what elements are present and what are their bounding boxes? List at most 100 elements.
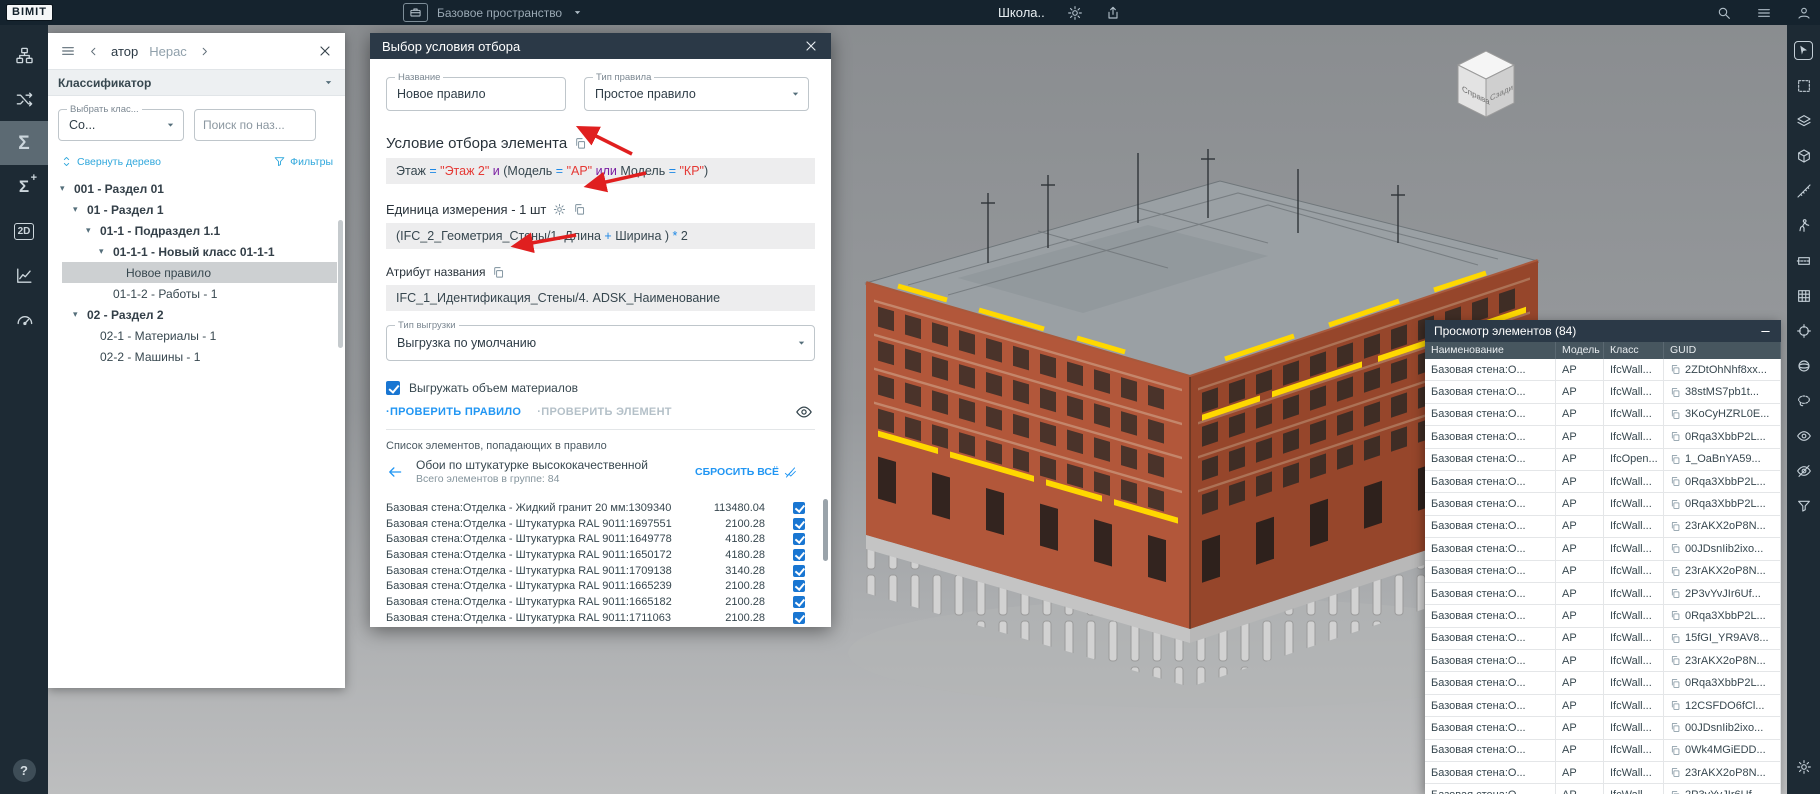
elements-table-row[interactable]: Базовая стена:О...АРIfcWall...15fGI_YR9A… — [1425, 628, 1781, 650]
structure-tree-icon[interactable] — [0, 33, 48, 77]
copy-icon[interactable] — [573, 203, 586, 216]
elements-table-row[interactable]: Базовая стена:О...АРIfcWall...12CSFDO6fC… — [1425, 695, 1781, 717]
orbit-sphere-icon[interactable] — [1787, 348, 1820, 383]
copy-icon[interactable] — [1670, 610, 1681, 621]
tree-item[interactable]: ▾01-1 - Подраздел 1.1 — [48, 220, 345, 241]
class-select[interactable]: Выбрать клас... Со... — [58, 109, 184, 141]
elements-table-row[interactable]: Базовая стена:О...АРIfcWall...2ZDtOhNhf8… — [1425, 359, 1781, 381]
expand-arrow-icon[interactable]: ▾ — [60, 183, 74, 194]
element-checkbox[interactable] — [793, 612, 805, 624]
elements-table-row[interactable]: Базовая стена:О...АРIfcWall...38stMS7pb1… — [1425, 381, 1781, 403]
elements-table-row[interactable]: Базовая стена:О...АРIfcWall...0Rqa3XbbP2… — [1425, 471, 1781, 493]
tree-item[interactable]: ▾02 - Раздел 2 — [48, 304, 345, 325]
elements-table-row[interactable]: Базовая стена:О...АРIfcWall...00JDsnIib2… — [1425, 717, 1781, 739]
chevron-down-icon[interactable] — [322, 76, 335, 89]
menu-icon[interactable] — [1756, 5, 1772, 21]
copy-icon[interactable] — [1670, 767, 1681, 778]
expand-arrow-icon[interactable]: ▾ — [73, 204, 87, 215]
unit-expression[interactable]: (IFC_2_Геометрия_Стены/1. Длина + Ширина… — [386, 223, 815, 249]
condition-expression[interactable]: Этаж = "Этаж 2" и (Модель = "АР" или Мод… — [386, 158, 815, 184]
tabs-scroll-right-icon[interactable] — [198, 45, 211, 58]
layers-icon[interactable] — [1787, 103, 1820, 138]
copy-icon[interactable] — [1670, 454, 1681, 465]
elements-table-row[interactable]: Базовая стена:О...АРIfcWall...0Rqa3XbbP2… — [1425, 605, 1781, 627]
focus-target-icon[interactable] — [1787, 313, 1820, 348]
expand-arrow-icon[interactable]: ▾ — [86, 225, 100, 236]
rule-name-field[interactable]: Название Новое правило — [386, 77, 566, 111]
search-icon[interactable] — [1716, 5, 1732, 21]
tree-item[interactable]: 02-1 - Материалы - 1 — [48, 325, 345, 346]
workspace-label[interactable]: Базовое пространство — [437, 6, 562, 20]
element-checkbox[interactable] — [793, 518, 805, 530]
copy-icon[interactable] — [1670, 633, 1681, 644]
relations-icon[interactable] — [0, 77, 48, 121]
close-dialog-icon[interactable] — [803, 38, 819, 54]
preview-eye-icon[interactable] — [795, 403, 813, 421]
scrollbar-thumb[interactable] — [823, 499, 828, 561]
charts-icon[interactable] — [0, 253, 48, 297]
scrollbar[interactable] — [823, 499, 828, 627]
gear-icon[interactable] — [553, 203, 566, 216]
copy-icon[interactable] — [1670, 431, 1681, 442]
column-header-guid[interactable]: GUID — [1664, 342, 1781, 359]
chevron-down-icon[interactable] — [571, 6, 584, 19]
copy-icon[interactable] — [1670, 521, 1681, 532]
tree-item[interactable]: ▾01 - Раздел 1 — [48, 199, 345, 220]
column-header-name[interactable]: Наименование — [1425, 342, 1556, 359]
elements-table-row[interactable]: Базовая стена:О...АРIfcWall...0Rqa3XbbP2… — [1425, 672, 1781, 694]
section-plane-icon[interactable] — [1787, 243, 1820, 278]
panel-menu-icon[interactable] — [60, 43, 76, 59]
elements-table-row[interactable]: Базовая стена:О...АРIfcWall...2P3vYvJIr6… — [1425, 583, 1781, 605]
tree-item[interactable]: ▾01-1-1 - Новый класс 01-1-1 — [48, 241, 345, 262]
elements-table-row[interactable]: Базовая стена:О...АРIfcWall...2P3vYvJIr6… — [1425, 784, 1781, 794]
tab-classifier[interactable]: атор — [111, 44, 138, 59]
2d-view-icon[interactable]: 2D — [0, 209, 48, 253]
tabs-scroll-left-icon[interactable] — [87, 45, 100, 58]
copy-icon[interactable] — [1670, 722, 1681, 733]
copy-icon[interactable] — [1670, 409, 1681, 420]
measure-ruler-icon[interactable] — [1787, 173, 1820, 208]
copy-icon[interactable] — [1670, 364, 1681, 375]
view-cube[interactable]: Справа Сзади — [1446, 41, 1526, 127]
box-select-icon[interactable] — [1787, 68, 1820, 103]
copy-icon[interactable] — [1670, 588, 1681, 599]
scrollbar-thumb[interactable] — [338, 220, 343, 348]
element-checkbox[interactable] — [793, 580, 805, 592]
estimates-sigma-icon[interactable]: Σ — [0, 121, 48, 165]
chevron-down-icon[interactable] — [789, 88, 802, 101]
back-arrow-icon[interactable] — [386, 463, 404, 481]
element-checkbox[interactable] — [793, 549, 805, 561]
elements-table-row[interactable]: Базовая стена:О...АРIfcWall...23rAKX2oP8… — [1425, 516, 1781, 538]
briefcase-icon[interactable] — [403, 3, 428, 22]
search-input[interactable] — [194, 109, 316, 141]
materials-volume-checkbox[interactable] — [386, 381, 400, 395]
chevron-down-icon[interactable] — [795, 337, 808, 350]
copy-icon[interactable] — [492, 266, 505, 279]
elements-table-row[interactable]: Базовая стена:О...АРIfcWall...0Rqa3XbbP2… — [1425, 493, 1781, 515]
tree-item[interactable]: Новое правило — [62, 262, 337, 283]
project-settings-gear-icon[interactable] — [1067, 5, 1083, 21]
copy-icon[interactable] — [1670, 655, 1681, 666]
help-button[interactable]: ? — [13, 759, 36, 782]
column-header-model[interactable]: Модель — [1556, 342, 1604, 359]
element-checkbox[interactable] — [793, 502, 805, 514]
elements-table-row[interactable]: Базовая стена:О...АРIfcWall...0Wk4MGiEDD… — [1425, 740, 1781, 762]
chevron-down-icon[interactable] — [164, 119, 177, 132]
element-checkbox[interactable] — [793, 596, 805, 608]
tree-item[interactable]: ▾001 - Раздел 01 — [48, 178, 345, 199]
lasso-select-icon[interactable] — [1787, 383, 1820, 418]
copy-icon[interactable] — [1670, 790, 1681, 794]
attribute-expression[interactable]: IFC_1_Идентификация_Стены/4. ADSK_Наимен… — [386, 285, 815, 311]
select-cursor-icon[interactable] — [1787, 33, 1820, 68]
close-panel-icon[interactable] — [317, 43, 333, 59]
minimize-button[interactable] — [1759, 325, 1772, 338]
workspace-selector[interactable]: Базовое пространство — [403, 0, 584, 25]
element-checkbox[interactable] — [793, 533, 805, 545]
elements-table-row[interactable]: Базовая стена:О...АРIfcWall...23rAKX2oP8… — [1425, 561, 1781, 583]
check-element-button[interactable]: ·ПРОВЕРИТЬ ЭЛЕМЕНТ — [537, 406, 672, 418]
share-icon[interactable] — [1105, 5, 1121, 21]
elements-table-row[interactable]: Базовая стена:О...АРIfcWall...23rAKX2oP8… — [1425, 650, 1781, 672]
expand-arrow-icon[interactable]: ▾ — [73, 309, 87, 320]
copy-icon[interactable] — [1670, 476, 1681, 487]
settings-gear-icon[interactable] — [1787, 749, 1820, 784]
